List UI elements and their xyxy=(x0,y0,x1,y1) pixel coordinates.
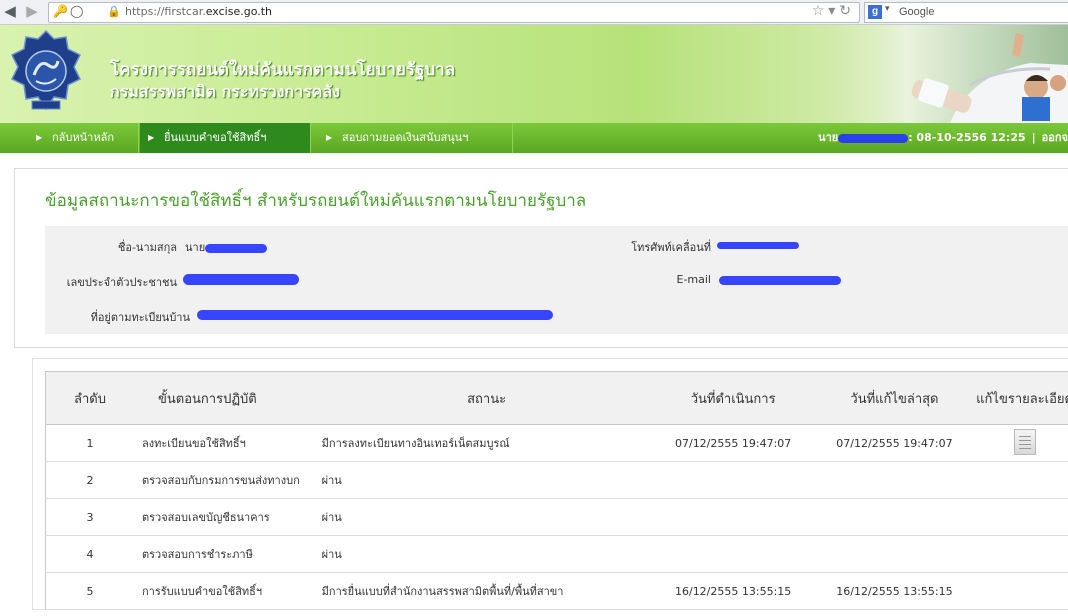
url-text[interactable]: https://firstcar.excise.go.th xyxy=(125,5,272,18)
row-edit-cell xyxy=(975,461,1068,499)
row-date: 07/12/2555 19:47:07 xyxy=(652,424,814,462)
row-step: ตรวจสอบการชำระภาษี xyxy=(134,535,321,573)
row-edit-cell xyxy=(975,572,1068,610)
search-input[interactable]: Google xyxy=(899,6,934,18)
row-no: 2 xyxy=(45,461,134,499)
menu-arrow-icon: ▶ xyxy=(36,133,43,142)
site-identity-icon[interactable]: 🔑◯ xyxy=(53,4,85,18)
table-row: 5 การรับแบบคำขอใช้สิทธิ์ฯ มีการยื่นแบบที… xyxy=(45,572,1068,610)
user-session-info: นาย : 08-10-2556 12:25 | ออกจ xyxy=(818,123,1068,153)
row-status: ผ่าน xyxy=(320,461,653,499)
menu-item-home[interactable]: ▶ กลับหน้าหลัก xyxy=(28,123,139,153)
steps-table: ลำดับ ขั้นตอนการปฏิบัติ สถานะ วันที่ดำเน… xyxy=(45,371,1068,610)
table-row: 1 ลงทะเบียนขอใช้สิทธิ์ฯ มีการลงทะเบียนทา… xyxy=(45,424,1068,462)
citizen-id-label: เลขประจำตัวประชาชน xyxy=(66,276,177,289)
redacted-citizen-id xyxy=(183,273,299,285)
redacted-user-name xyxy=(838,133,909,143)
row-status: มีการยื่นแบบที่สำนักงานสรรพสามิตพื้นที่/… xyxy=(320,572,653,610)
menu-arrow-icon: ▶ xyxy=(148,133,155,142)
row-no: 3 xyxy=(45,498,134,536)
browser-toolbar: ◀ ▶ 🔑◯ 🔒 https://firstcar.excise.go.th ☆… xyxy=(0,0,1068,25)
row-updated xyxy=(813,535,976,573)
row-no: 1 xyxy=(45,424,134,462)
steps-panel: ลำดับ ขั้นตอนการปฏิบัติ สถานะ วันที่ดำเน… xyxy=(32,358,1068,610)
row-step: การรับแบบคำขอใช้สิทธิ์ฯ xyxy=(134,572,321,610)
name-label: ชื่อ-นามสกุล xyxy=(117,241,177,254)
menu-item-label: สอบถามยอดเงินสนับสนุนฯ xyxy=(342,131,469,144)
table-header-row: ลำดับ ขั้นตอนการปฏิบัติ สถานะ วันที่ดำเน… xyxy=(45,371,1068,425)
applicant-info-box: ชื่อ-นามสกุล นาย เลขประจำตัวประชาชน ที่อ… xyxy=(45,226,1068,334)
citizen-id-value xyxy=(183,272,299,285)
row-date xyxy=(652,498,814,536)
row-status: ผ่าน xyxy=(320,498,653,536)
column-header-updated: วันที่แก้ไขล่าสุด xyxy=(813,371,976,425)
column-header-step: ขั้นตอนการปฏิบัติ xyxy=(134,371,321,425)
logout-link[interactable]: ออกจ xyxy=(1042,131,1068,144)
table-row: 2 ตรวจสอบกับกรมการขนส่งทางบก ผ่าน xyxy=(45,461,1068,499)
table-row: 4 ตรวจสอบการชำระภาษี ผ่าน xyxy=(45,535,1068,573)
forward-arrow-icon[interactable]: ▶ xyxy=(24,3,40,19)
row-edit-cell xyxy=(975,498,1068,536)
mobile-label: โทรศัพท์เคลื่อนที่ xyxy=(631,241,711,254)
chevron-down-icon[interactable]: ▾ xyxy=(885,4,890,14)
row-no: 4 xyxy=(45,535,134,573)
redacted-address xyxy=(197,310,553,320)
address-value xyxy=(197,308,553,321)
row-updated: 16/12/2555 13:55:15 xyxy=(813,572,976,610)
address-bar[interactable]: 🔑◯ 🔒 https://firstcar.excise.go.th ☆▾↻ xyxy=(48,2,860,23)
search-bar[interactable]: g ▾ Google xyxy=(864,2,1068,23)
email-label: E-mail xyxy=(676,273,712,286)
column-header-status: สถานะ xyxy=(320,371,653,425)
redacted-email xyxy=(719,275,841,285)
menu-item-submit-form[interactable]: ▶ ยื่นแบบคำขอใช้สิทธิ์ฯ xyxy=(140,123,311,153)
email-value xyxy=(719,273,841,286)
row-updated xyxy=(813,498,976,536)
menu-separator: | xyxy=(1031,131,1036,144)
row-status: ผ่าน xyxy=(320,535,653,573)
user-name-prefix: นาย xyxy=(818,131,839,144)
applicant-info-panel: ข้อมูลสถานะการขอใช้สิทธิ์ฯ สำหรับรถยนต์ใ… xyxy=(14,168,1068,348)
lock-icon: 🔒 xyxy=(107,5,121,18)
row-no: 5 xyxy=(45,572,134,610)
row-updated xyxy=(813,461,976,499)
name-prefix: นาย xyxy=(185,241,206,254)
login-datetime: : 08-10-2556 12:25 xyxy=(908,131,1026,144)
google-icon[interactable]: g xyxy=(868,5,882,19)
site-header: โครงการรถยนต์ใหม่คันแรกตามนโยบายรัฐบาล ก… xyxy=(0,25,1068,123)
table-row: 3 ตรวจสอบเลขบัญชีธนาคาร ผ่าน xyxy=(45,498,1068,536)
excise-seal-logo xyxy=(10,29,82,111)
row-updated: 07/12/2555 19:47:07 xyxy=(813,424,976,462)
row-date xyxy=(652,535,814,573)
bookmark-star-icon[interactable]: ☆▾↻ xyxy=(812,3,855,19)
back-arrow-icon[interactable]: ◀ xyxy=(2,3,18,19)
row-date: 16/12/2555 13:55:15 xyxy=(652,572,814,610)
main-menu: ▶ กลับหน้าหลัก ▶ ยื่นแบบคำขอใช้สิทธิ์ฯ ▶… xyxy=(0,123,1068,153)
mobile-value xyxy=(717,238,799,251)
row-status: มีการลงทะเบียนทางอินเทอร์เน็ตสมบูรณ์ xyxy=(320,424,653,462)
page-title: ข้อมูลสถานะการขอใช้สิทธิ์ฯ สำหรับรถยนต์ใ… xyxy=(45,191,587,211)
menu-item-label: กลับหน้าหลัก xyxy=(52,131,114,144)
row-edit-cell xyxy=(975,424,1068,462)
hero-banner-image xyxy=(800,25,1068,123)
site-title: โครงการรถยนต์ใหม่คันแรกตามนโยบายรัฐบาล xyxy=(110,60,456,80)
column-header-no: ลำดับ xyxy=(45,371,134,425)
row-step: ลงทะเบียนขอใช้สิทธิ์ฯ xyxy=(134,424,321,462)
menu-arrow-icon: ▶ xyxy=(326,133,333,142)
row-edit-cell xyxy=(975,535,1068,573)
row-step: ตรวจสอบกับกรมการขนส่งทางบก xyxy=(134,461,321,499)
redacted-name xyxy=(205,243,268,253)
row-step: ตรวจสอบเลขบัญชีธนาคาร xyxy=(134,498,321,536)
menu-item-label: ยื่นแบบคำขอใช้สิทธิ์ฯ xyxy=(164,131,267,144)
address-label: ที่อยู่ตามทะเบียนบ้าน xyxy=(90,311,190,324)
row-date xyxy=(652,461,814,499)
redacted-mobile xyxy=(717,241,799,249)
document-icon[interactable] xyxy=(1013,428,1036,455)
site-subtitle: กรมสรรพสามิต กระทรวงการคลัง xyxy=(110,82,340,101)
menu-item-check-balance[interactable]: ▶ สอบถามยอดเงินสนับสนุนฯ xyxy=(318,123,513,153)
name-value: นาย xyxy=(185,238,268,256)
column-header-edit: แก้ไขรายละเอียด xyxy=(975,371,1068,425)
column-header-date: วันที่ดำเนินการ xyxy=(652,371,814,425)
